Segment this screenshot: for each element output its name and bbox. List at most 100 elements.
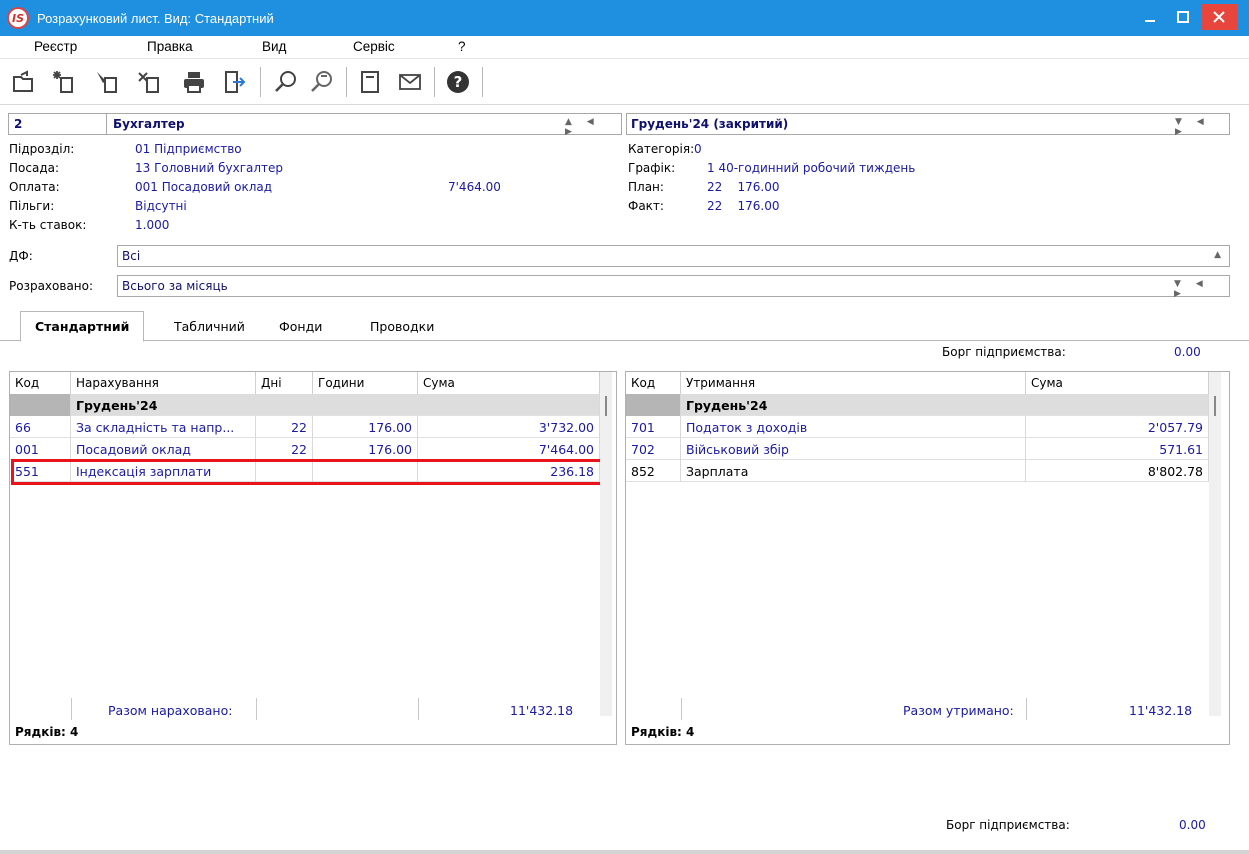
column-header-sum[interactable]: Сума — [418, 372, 600, 394]
group-marker — [10, 394, 71, 416]
cell-sum: 8'802.78 — [1026, 460, 1209, 482]
employee-selector[interactable]: 2 Бухгалтер ▲ ◀ ▶ — [8, 113, 622, 137]
scrollbar-thumb[interactable] — [605, 396, 607, 416]
cell-sum: 7'464.00 — [418, 438, 600, 460]
copy-icon[interactable] — [134, 66, 166, 98]
nav-arrows-icon[interactable]: ▼ ◀ ▶ — [1175, 117, 1229, 137]
value-plan: 22 176.00 — [707, 180, 780, 194]
cell-code: 66 — [10, 416, 71, 438]
collapse-icon[interactable]: ▲ — [1214, 250, 1221, 260]
cell-days: 22 — [256, 438, 313, 460]
tab-tabular[interactable]: Табличний — [160, 311, 259, 341]
menu-service[interactable]: Сервіс — [353, 39, 395, 54]
employee-number: 2 — [14, 117, 23, 131]
cell-code: 001 — [10, 438, 71, 460]
label-df: ДФ: — [9, 249, 33, 263]
scrollbar[interactable] — [600, 372, 612, 716]
email-icon[interactable] — [394, 66, 426, 98]
label-department: Підрозділ: — [9, 142, 75, 156]
calculated-field[interactable]: Всього за місяць ▼ ◀ ▶ — [117, 275, 1230, 299]
cell-name: За складність та напр... — [71, 416, 256, 438]
window-title: Розрахунковий лист. Вид: Стандартний — [37, 10, 274, 26]
df-field[interactable]: Всі ▲ — [117, 245, 1230, 267]
value-department: 01 Підприємство — [135, 142, 242, 156]
debt-bottom-value: 0.00 — [1179, 818, 1206, 832]
maximize-icon[interactable] — [1168, 4, 1198, 30]
debt-top-value: 0.00 — [1174, 345, 1201, 359]
table-row[interactable]: 66 За складність та напр... 22 176.00 3'… — [10, 416, 600, 438]
footer-divider — [681, 698, 682, 720]
edit-icon[interactable] — [92, 66, 124, 98]
deductions-total-label: Разом утримано: — [903, 703, 1014, 718]
open-folder-icon[interactable] — [8, 66, 40, 98]
df-value: Всі — [122, 249, 141, 263]
employee-name: Бухгалтер — [113, 117, 185, 131]
table-row[interactable]: 702 Військовий збір 571.61 — [626, 438, 1209, 460]
column-header-accrual[interactable]: Нарахування — [71, 372, 256, 394]
debt-top-label: Борг підприємства: — [942, 345, 1066, 359]
menu-help[interactable]: ? — [458, 39, 466, 54]
cell-sum: 2'057.79 — [1026, 416, 1209, 438]
menu-view[interactable]: Вид — [262, 39, 286, 54]
menu-registry[interactable]: Реєстр — [34, 39, 77, 54]
label-calculated: Розраховано: — [9, 279, 94, 293]
footer-divider — [71, 698, 72, 720]
period-name: Грудень'24 (закритий) — [631, 117, 789, 131]
minimize-icon[interactable] — [1135, 4, 1165, 30]
toolbar-separator — [482, 67, 483, 97]
value-schedule: 1 40-годинний робочий тиждень — [707, 161, 916, 175]
cell-name: Військовий збір — [681, 438, 1026, 460]
table-row[interactable]: 852 Зарплата 8'802.78 — [626, 460, 1209, 482]
table-row[interactable]: 001 Посадовий оклад 22 176.00 7'464.00 — [10, 438, 600, 460]
column-header-code[interactable]: Код — [626, 372, 681, 394]
period-selector[interactable]: Грудень'24 (закритий) ▼ ◀ ▶ — [626, 113, 1230, 137]
search-icon[interactable] — [270, 66, 302, 98]
column-header-code[interactable]: Код — [10, 372, 71, 394]
nav-arrows-icon[interactable]: ▲ ◀ ▶ — [565, 117, 621, 137]
table-row[interactable]: 701 Податок з доходів 2'057.79 — [626, 416, 1209, 438]
label-benefits: Пільги: — [9, 199, 55, 213]
value-payment-amount: 7'464.00 — [448, 180, 501, 194]
label-rates: К-ть ставок: — [9, 218, 87, 232]
footer-divider — [1026, 698, 1027, 720]
value-fact: 22 176.00 — [707, 199, 780, 213]
print-icon[interactable] — [178, 66, 210, 98]
scrollbar-thumb[interactable] — [1214, 396, 1216, 416]
cell-code: 702 — [626, 438, 681, 460]
label-category: Категорія: — [628, 142, 695, 156]
create-icon[interactable] — [48, 66, 80, 98]
title-bar: IS Розрахунковий лист. Вид: Стандартний — [0, 0, 1249, 36]
filter-icon[interactable] — [306, 66, 338, 98]
help-icon[interactable]: ? — [442, 66, 474, 98]
document-icon[interactable] — [354, 66, 386, 98]
column-header-deduction[interactable]: Утримання — [681, 372, 1026, 394]
deductions-grid: Код Утримання Сума Грудень'24 701 Подато… — [625, 371, 1230, 745]
cell-name: Зарплата — [681, 460, 1026, 482]
value-payment: 001 Посадовий оклад — [135, 180, 273, 194]
group-row[interactable]: Грудень'24 — [10, 394, 600, 416]
toolbar-separator — [260, 67, 261, 97]
group-marker — [626, 394, 681, 416]
dropdown-arrows-icon[interactable]: ▼ ◀ ▶ — [1174, 279, 1229, 299]
menu-edit[interactable]: Правка — [147, 39, 193, 54]
group-row[interactable]: Грудень'24 — [626, 394, 1209, 416]
exit-icon[interactable] — [218, 66, 250, 98]
tab-standard[interactable]: Стандартний — [20, 311, 145, 342]
deductions-total-value: 11'432.18 — [1129, 703, 1193, 718]
tab-postings[interactable]: Проводки — [356, 311, 448, 341]
label-payment: Оплата: — [9, 180, 60, 194]
accruals-total-label: Разом нараховано: — [108, 703, 233, 718]
close-icon[interactable] — [1201, 4, 1237, 30]
cell-code: 701 — [626, 416, 681, 438]
cell-sum: 571.61 — [1026, 438, 1209, 460]
column-header-days[interactable]: Дні — [256, 372, 313, 394]
column-header-sum[interactable]: Сума — [1026, 372, 1209, 394]
tab-funds[interactable]: Фонди — [265, 311, 336, 341]
cell-sum: 3'732.00 — [418, 416, 600, 438]
toolbar-separator — [346, 67, 347, 97]
scrollbar[interactable] — [1209, 372, 1221, 716]
value-category: 0 — [694, 142, 702, 156]
toolbar-separator — [434, 67, 435, 97]
column-header-hours[interactable]: Години — [313, 372, 418, 394]
label-plan: План: — [628, 180, 664, 194]
